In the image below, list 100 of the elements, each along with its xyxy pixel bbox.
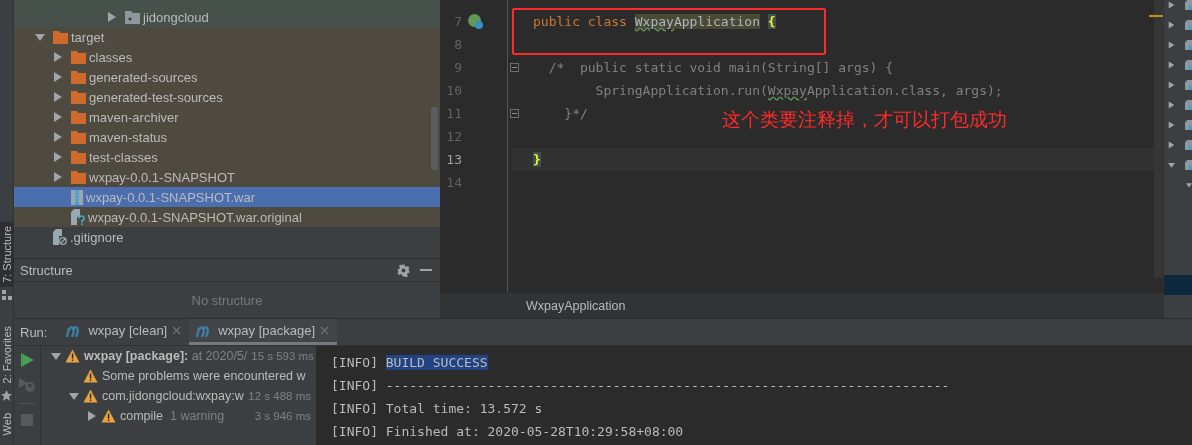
console-line: [INFO] Finished at: 2020-05-28T10:29:58+08:00: [331, 423, 684, 441]
tree-label: maven-archiver: [89, 109, 179, 125]
expand-arrow-icon[interactable]: [1168, 0, 1175, 10]
tree-row[interactable]: wxpay-0.0.1-SNAPSHOT.war.original: [14, 207, 440, 227]
run-icon[interactable]: [20, 353, 34, 367]
tree-row[interactable]: generated-test-sources: [14, 87, 440, 107]
star-icon: [1, 390, 12, 402]
expand-arrow-icon[interactable]: [1168, 40, 1175, 50]
folder-icon: [53, 30, 68, 44]
tree-row[interactable]: generated-sources: [14, 67, 440, 87]
fold-icon[interactable]: [509, 63, 519, 72]
collapse-arrow-icon[interactable]: [35, 32, 45, 42]
close-icon[interactable]: [172, 326, 182, 335]
warning-icon: [83, 389, 98, 403]
folder-icon: [71, 110, 86, 124]
tree-row[interactable]: classes: [14, 47, 440, 67]
run-tree-item[interactable]: compile 1 warning: [120, 409, 251, 423]
folder-icon: [71, 90, 86, 104]
expand-arrow-icon[interactable]: [87, 411, 97, 421]
collapse-arrow-icon[interactable]: [1168, 160, 1175, 170]
expand-arrow-icon[interactable]: [107, 12, 117, 22]
expand-arrow-icon[interactable]: [1168, 100, 1175, 110]
module-icon: [1185, 118, 1192, 132]
breadcrumb[interactable]: WxpayApplication: [526, 298, 626, 313]
duration-text: 12 s 488 ms: [248, 390, 311, 402]
tree-label: wxpay-0.0.1-SNAPSHOT: [89, 169, 235, 185]
module-icon: [1185, 18, 1192, 32]
expand-arrow-icon[interactable]: [53, 52, 63, 62]
folder-icon: [71, 130, 86, 144]
line-number: 7: [453, 14, 462, 29]
tree-row[interactable]: .gitignore: [14, 227, 440, 247]
module-icon: [1185, 158, 1192, 172]
line-number: 8: [453, 37, 462, 52]
line-number: 13: [445, 152, 462, 167]
console-line: [INFO] ------------------------------------------------------------------------: [331, 377, 950, 395]
tree-label: target: [71, 29, 105, 45]
annotation-text: 这个类要注释掉，才可以打包成功: [722, 107, 1007, 132]
tree-label: classes: [89, 49, 133, 65]
tool-window-button[interactable]: 2: Favorites: [0, 321, 14, 388]
run-tree-item[interactable]: wxpay [package]: at 2020/5/: [84, 349, 248, 363]
expand-arrow-icon[interactable]: [53, 152, 63, 162]
folder-icon: [71, 150, 86, 164]
tree-label: jidongcloud: [143, 9, 209, 25]
archive-file-icon: [71, 189, 83, 205]
code-line: public class WxpayApplication {: [533, 13, 776, 31]
collapse-arrow-icon[interactable]: [1186, 180, 1192, 190]
selection-block: [1164, 275, 1192, 295]
duration-text: 3 s 946 ms: [254, 410, 311, 422]
expand-arrow-icon[interactable]: [1168, 120, 1175, 130]
run-tree-item[interactable]: com.jidongcloud:wxpay:w: [102, 389, 245, 403]
scrollbar[interactable]: [431, 107, 438, 170]
tree-row[interactable]: maven-status: [14, 127, 440, 147]
expand-arrow-icon[interactable]: [53, 132, 63, 142]
console-line: [INFO] BUILD SUCCESS: [331, 354, 488, 372]
scrollbar[interactable]: [1154, 0, 1163, 278]
expand-arrow-icon[interactable]: [1168, 140, 1175, 150]
collapse-arrow-icon[interactable]: [69, 391, 79, 401]
panel-title: Run:: [20, 323, 48, 342]
expand-arrow-icon[interactable]: [1168, 20, 1175, 30]
module-icon: [1185, 78, 1192, 92]
duration-text: 15 s 593 ms: [251, 350, 314, 362]
line-number: 11: [445, 106, 462, 121]
empty-message: No structure: [191, 292, 263, 308]
panel-title: Structure: [20, 262, 74, 278]
tree-row[interactable]: maven-archiver: [14, 107, 440, 127]
tree-label: wxpay-0.0.1-SNAPSHOT.war: [86, 189, 256, 205]
tool-window-button[interactable]: Web: [0, 409, 14, 440]
expand-arrow-icon[interactable]: [53, 92, 63, 102]
collapse-arrow-icon[interactable]: [51, 351, 61, 361]
module-icon: [1185, 138, 1192, 152]
run-tab[interactable]: wxpay [clean]: [88, 323, 168, 338]
expand-arrow-icon[interactable]: [53, 72, 63, 82]
warning-icon: [101, 409, 116, 423]
tree-label: .gitignore: [70, 229, 124, 245]
expand-arrow-icon[interactable]: [53, 112, 63, 122]
folder-icon: [71, 50, 86, 64]
fold-icon[interactable]: [509, 109, 519, 118]
expand-arrow-icon[interactable]: [1168, 80, 1175, 90]
expand-arrow-icon[interactable]: [1168, 60, 1175, 70]
settings-icon[interactable]: [397, 263, 410, 277]
tree-row[interactable]: wxpay-0.0.1-SNAPSHOT: [14, 167, 440, 187]
tree-row[interactable]: wxpay-0.0.1-SNAPSHOT.war: [14, 187, 440, 207]
module-icon: [1185, 38, 1192, 52]
module-icon: [1185, 58, 1192, 72]
run-tree-item[interactable]: Some problems were encountered w: [102, 369, 311, 383]
line-number: 10: [445, 83, 462, 98]
class-gutter-icon[interactable]: [468, 14, 483, 29]
tree-label: generated-test-sources: [89, 89, 223, 105]
tree-row[interactable]: test-classes: [14, 147, 440, 167]
expand-arrow-icon[interactable]: [53, 172, 63, 182]
warning-icon: [65, 349, 80, 363]
tree-label: generated-sources: [89, 69, 198, 85]
folder-icon: [71, 170, 86, 184]
module-icon: [1185, 0, 1192, 12]
tool-window-button[interactable]: 7: Structure: [0, 222, 14, 287]
tree-label: maven-status: [89, 129, 168, 145]
warning-marker: [1149, 15, 1163, 17]
line-number: 14: [445, 175, 462, 190]
structure-icon: [1, 289, 12, 300]
tree-row[interactable]: target: [14, 27, 440, 47]
